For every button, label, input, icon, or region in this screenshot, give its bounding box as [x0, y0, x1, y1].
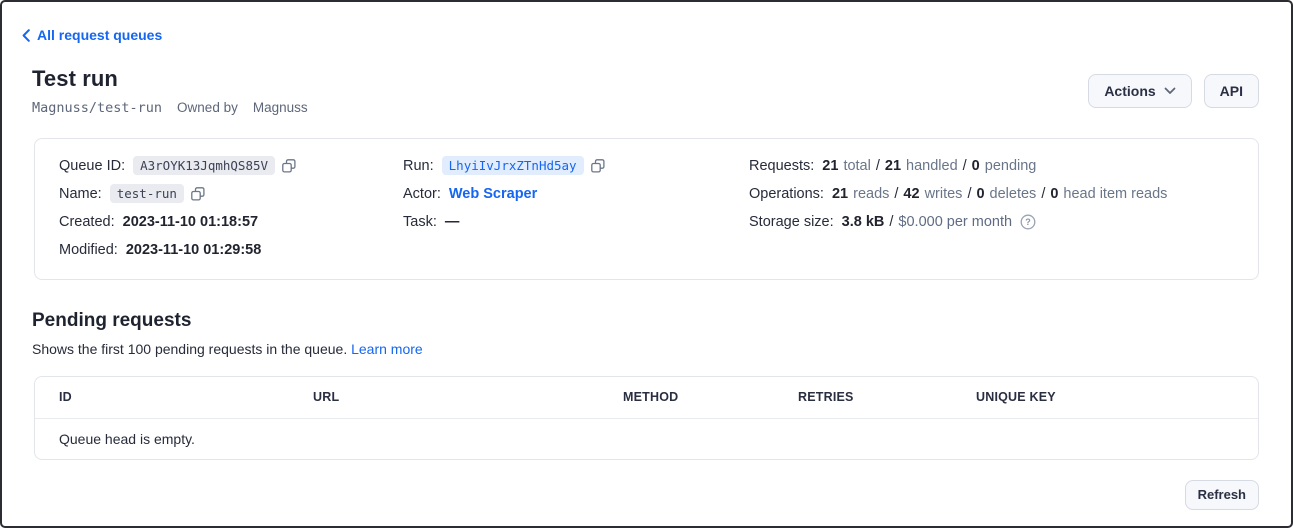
operations-deletes-value: 0: [976, 186, 984, 202]
table-footer: Refresh: [34, 480, 1259, 510]
pending-requests-description: Shows the first 100 pending requests in …: [32, 341, 1259, 357]
chevron-left-icon: [22, 29, 30, 42]
run-row: Run: LhyiIvJrxZTnHd5ay: [403, 152, 749, 180]
created-label: Created:: [59, 214, 115, 230]
separator: /: [1036, 186, 1050, 202]
operations-head-item-reads-unit: head item reads: [1063, 186, 1167, 202]
requests-label: Requests:: [749, 158, 814, 174]
operations-row: Operations: 21 reads / 42 writes / 0 del…: [749, 180, 1234, 208]
requests-pending-unit: pending: [985, 158, 1037, 174]
requests-handled-unit: handled: [906, 158, 958, 174]
owner-name: Magnuss: [253, 100, 308, 115]
header-titles: Test run Magnuss/test-run Owned by Magnu…: [32, 66, 308, 116]
page-subtitle: Magnuss/test-run Owned by Magnuss: [32, 100, 308, 116]
requests-pending-value: 0: [972, 158, 980, 174]
actor-row: Actor: Web Scraper: [403, 180, 749, 208]
actor-link[interactable]: Web Scraper: [449, 186, 537, 202]
header-actions: Actions API: [1088, 74, 1259, 108]
copy-name-button[interactable]: [191, 187, 205, 201]
learn-more-link[interactable]: Learn more: [351, 341, 423, 357]
pending-requests-title: Pending requests: [32, 310, 1259, 332]
separator: /: [884, 214, 898, 230]
pending-requests-table: ID URL METHOD RETRIES UNIQUE KEY Queue h…: [34, 376, 1259, 460]
pending-requests-description-text: Shows the first 100 pending requests in …: [32, 341, 347, 357]
breadcrumb-label: All request queues: [37, 27, 162, 43]
name-label: Name:: [59, 186, 102, 202]
info-column-identity: Queue ID: A3rOYK13JqmhQS85V Name: test-r…: [59, 152, 403, 264]
operations-head-item-reads-value: 0: [1050, 186, 1058, 202]
queue-id-value: A3rOYK13JqmhQS85V: [133, 156, 275, 175]
actions-button-label: Actions: [1104, 83, 1155, 99]
queue-id-label: Queue ID:: [59, 158, 125, 174]
column-header-id: ID: [59, 390, 313, 404]
refresh-button-label: Refresh: [1198, 487, 1246, 502]
run-id-link[interactable]: LhyiIvJrxZTnHd5ay: [442, 156, 584, 175]
operations-deletes-unit: deletes: [990, 186, 1037, 202]
info-column-stats: Requests: 21 total / 21 handled / 0 pend…: [749, 152, 1234, 264]
modified-value: 2023-11-10 01:29:58: [126, 242, 261, 258]
table-header-row: ID URL METHOD RETRIES UNIQUE KEY: [35, 377, 1258, 419]
operations-label: Operations:: [749, 186, 824, 202]
svg-text:?: ?: [1025, 217, 1031, 227]
requests-row: Requests: 21 total / 21 handled / 0 pend…: [749, 152, 1234, 180]
page-title: Test run: [32, 66, 308, 92]
operations-reads-value: 21: [832, 186, 848, 202]
request-queue-page: All request queues Test run Magnuss/test…: [0, 0, 1293, 528]
operations-writes-value: 42: [903, 186, 919, 202]
column-header-url: URL: [313, 390, 623, 404]
info-column-origin: Run: LhyiIvJrxZTnHd5ay Actor: Web Scrape…: [403, 152, 749, 264]
operations-writes-unit: writes: [925, 186, 963, 202]
actor-label: Actor:: [403, 186, 441, 202]
separator: /: [871, 158, 885, 174]
refresh-button[interactable]: Refresh: [1185, 480, 1259, 510]
empty-message: Queue head is empty.: [59, 431, 195, 447]
requests-total-unit: total: [843, 158, 870, 174]
page-header: Test run Magnuss/test-run Owned by Magnu…: [32, 66, 1259, 116]
question-circle-icon: ?: [1020, 214, 1036, 230]
requests-handled-value: 21: [885, 158, 901, 174]
copy-icon: [282, 159, 296, 173]
table-empty-row: Queue head is empty.: [35, 419, 1258, 459]
storage-cost-value: $0.000 per month: [898, 214, 1012, 230]
storage-size-value: 3.8 kB: [842, 214, 885, 230]
separator: /: [962, 186, 976, 202]
copy-icon: [591, 159, 605, 173]
task-row: Task: —: [403, 208, 749, 236]
storage-help-button[interactable]: ?: [1020, 214, 1036, 230]
separator: /: [958, 158, 972, 174]
breadcrumb-all-request-queues[interactable]: All request queues: [22, 27, 162, 43]
queue-info-card: Queue ID: A3rOYK13JqmhQS85V Name: test-r…: [34, 138, 1259, 280]
copy-run-id-button[interactable]: [591, 159, 605, 173]
task-label: Task:: [403, 214, 437, 230]
api-button[interactable]: API: [1204, 74, 1259, 108]
separator: /: [889, 186, 903, 202]
operations-reads-unit: reads: [853, 186, 889, 202]
name-row: Name: test-run: [59, 180, 403, 208]
copy-queue-id-button[interactable]: [282, 159, 296, 173]
queue-id-row: Queue ID: A3rOYK13JqmhQS85V: [59, 152, 403, 180]
actions-button[interactable]: Actions: [1088, 74, 1191, 108]
column-header-method: METHOD: [623, 390, 798, 404]
queue-path: Magnuss/test-run: [32, 100, 162, 116]
requests-total-value: 21: [822, 158, 838, 174]
modified-row: Modified: 2023-11-10 01:29:58: [59, 236, 403, 264]
chevron-down-icon: [1164, 87, 1176, 95]
created-value: 2023-11-10 01:18:57: [123, 214, 258, 230]
task-value: —: [445, 214, 460, 230]
created-row: Created: 2023-11-10 01:18:57: [59, 208, 403, 236]
owned-by-label: Owned by: [177, 100, 238, 115]
storage-row: Storage size: 3.8 kB / $0.000 per month …: [749, 208, 1234, 236]
run-label: Run:: [403, 158, 434, 174]
column-header-retries: RETRIES: [798, 390, 976, 404]
column-header-unique-key: UNIQUE KEY: [976, 390, 1234, 404]
storage-label: Storage size:: [749, 214, 834, 230]
copy-icon: [191, 187, 205, 201]
modified-label: Modified:: [59, 242, 118, 258]
name-value: test-run: [110, 184, 184, 203]
api-button-label: API: [1220, 83, 1243, 99]
